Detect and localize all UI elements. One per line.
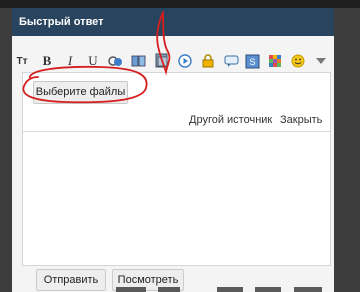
close-upload-link[interactable]: Закрыть [280,114,322,126]
upload-divider [23,131,330,132]
spoiler-icon[interactable]: S [244,53,260,69]
other-source-link[interactable]: Другой источник [189,114,272,126]
panel-title: Быстрый ответ [12,8,334,36]
media-play-icon[interactable] [177,53,193,69]
smiley-icon[interactable] [290,53,306,69]
italic-icon[interactable]: I [62,53,78,69]
thumbnail [294,287,322,292]
page-background-left [0,8,12,292]
top-strip [0,0,360,8]
lock-icon[interactable] [200,53,216,69]
table-grid-icon[interactable] [267,53,283,69]
underline-icon[interactable]: U [85,53,101,69]
svg-text:S: S [249,57,255,67]
page-background-right [334,8,360,292]
footer-thumbnails [12,287,334,292]
font-size-icon[interactable]: Tт [14,53,30,69]
more-dropdown-icon[interactable] [313,53,329,69]
book-icon[interactable] [131,53,147,69]
thumbnail [158,287,180,292]
editor-toolbar: Tт B I U S [12,53,334,71]
bold-icon[interactable]: B [39,53,55,69]
speech-bubble-icon[interactable] [223,53,239,69]
thumbnail [255,287,281,292]
quick-reply-panel: Быстрый ответ Tт B I U S Выберите файлы … [12,8,334,292]
thumbnail [116,287,146,292]
choose-files-button[interactable]: Выберите файлы [33,81,128,104]
thumbnail [217,287,243,292]
link-icon[interactable] [108,53,124,69]
image-upload-icon[interactable] [154,53,170,69]
reply-editor[interactable]: Выберите файлы Другой источник Закрыть [22,72,331,266]
